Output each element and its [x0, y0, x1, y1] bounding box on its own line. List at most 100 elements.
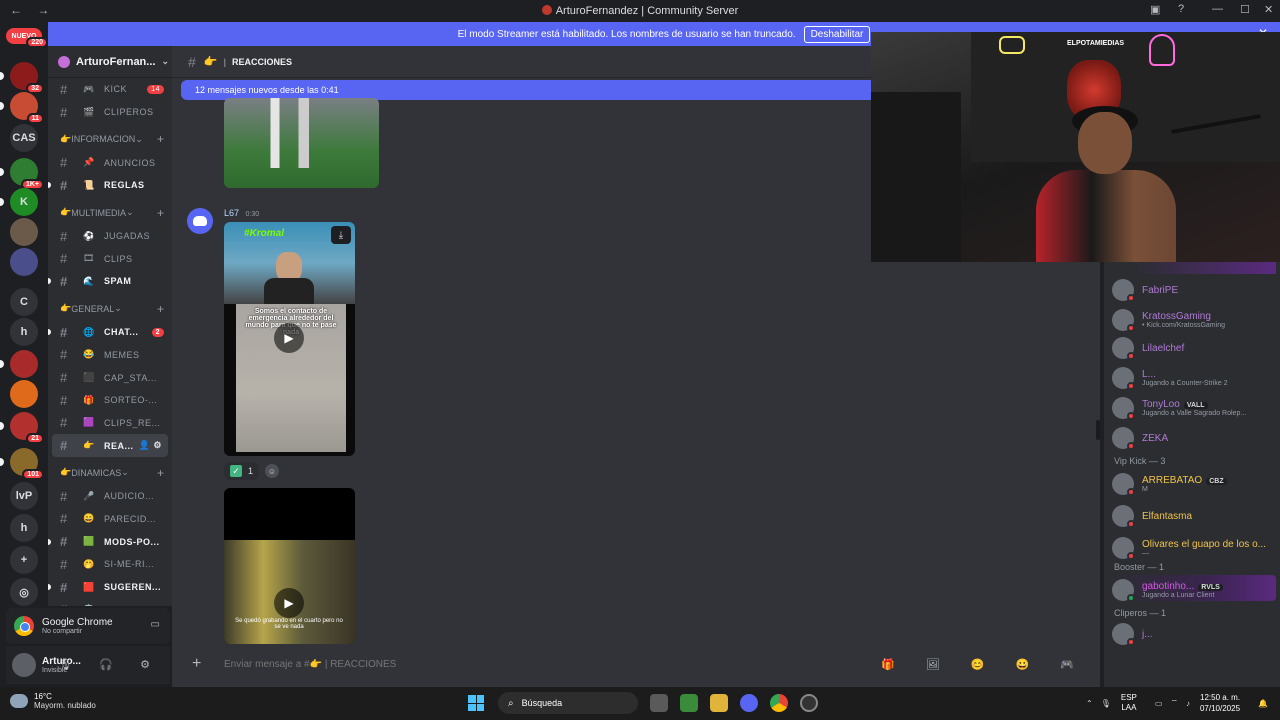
new-messages-bar[interactable]: 12 mensajes nuevos desde las 0:41 — [181, 80, 881, 100]
channel-item[interactable]: # 🎮 KICK 14 — [48, 78, 172, 101]
channel-item[interactable]: # 📌 ANUNCIOS — [48, 151, 172, 174]
chrome-taskbar-icon[interactable] — [770, 694, 788, 712]
maximize-button[interactable]: ☐ — [1240, 3, 1250, 16]
weather-widget[interactable]: 16°C Mayorm. nublado — [10, 692, 96, 710]
wifi-icon[interactable]: ⌔ — [1170, 698, 1178, 708]
channel-item[interactable]: # ⬛ CAP_STA... — [48, 366, 172, 389]
server-icon-17[interactable]: ◎ — [10, 578, 38, 606]
server-icon-4[interactable]: 1K+ — [10, 158, 44, 190]
inbox-icon[interactable]: ▣ — [1150, 3, 1160, 16]
member-item[interactable]: j... — [1112, 620, 1153, 648]
channel-category[interactable]: 👉 GENERAL ⌄ + — [48, 297, 172, 321]
video-attachment[interactable]: #Kromal Somos el contacto de emergencia … — [224, 222, 355, 456]
server-icon-6[interactable] — [10, 218, 38, 246]
channel-item[interactable]: # 😂 MEMES — [48, 344, 172, 367]
server-icon-3[interactable]: CAS — [10, 124, 38, 152]
minimize-button[interactable]: — — [1212, 3, 1223, 15]
server-icon-14[interactable]: lvP — [10, 482, 38, 510]
add-channel-icon[interactable]: + — [157, 302, 164, 316]
channel-item[interactable]: # 🟪 CLIPS_RE... — [48, 412, 172, 435]
channel-item[interactable]: # 🎞 CLIPS — [48, 247, 172, 270]
share-screen-icon[interactable]: ▭ — [151, 619, 160, 630]
discord-taskbar-icon[interactable] — [740, 694, 758, 712]
add-reaction-icon[interactable]: ☺ — [265, 464, 280, 478]
avatar[interactable] — [12, 653, 36, 677]
volume-icon[interactable]: ♪ — [1186, 699, 1190, 708]
reaction-check[interactable]: ✓ 1 — [224, 462, 260, 480]
channel-item[interactable]: # 🎬 CLIPEROS — [48, 101, 172, 124]
member-item[interactable]: FabriPE — [1112, 276, 1178, 304]
member-item[interactable]: Elfantasma — [1112, 502, 1192, 530]
server-icon-8[interactable]: C — [10, 288, 38, 316]
server-icon-16[interactable]: + — [10, 546, 38, 574]
member-item[interactable]: KratossGaming • Kick.com/KratossGaming — [1112, 306, 1225, 334]
server-icon-10[interactable] — [10, 350, 38, 378]
channel-item[interactable]: # 📋 LLAMADAS — [48, 598, 172, 606]
language-indicator[interactable]: ESP LAA — [1121, 693, 1137, 713]
member-item[interactable]: Lilaelchef — [1112, 334, 1184, 362]
task-view-icon[interactable] — [650, 694, 668, 712]
clock[interactable]: 12:50 a. m. 07/10/2025 — [1200, 692, 1240, 714]
chevron-up-icon[interactable]: ⌃ — [1086, 699, 1093, 708]
server-icon-5[interactable]: K — [10, 188, 38, 216]
file-explorer-icon[interactable] — [710, 694, 728, 712]
new-server-badge[interactable]: NUEVO 220 — [6, 28, 48, 48]
server-icon-12[interactable]: 21 — [10, 412, 44, 444]
add-channel-icon[interactable]: + — [157, 132, 164, 146]
windows-start-icon[interactable] — [468, 695, 484, 711]
disable-streamer-button[interactable]: Deshabilitar — [803, 25, 871, 43]
channel-item[interactable]: # 🟥 SUGEREN... — [48, 576, 172, 599]
minecraft-icon[interactable] — [680, 694, 698, 712]
channel-category[interactable]: 👉 DINAMICAS ⌄ + — [48, 461, 172, 485]
channel-item[interactable]: # 🎁 SORTEO-... — [48, 389, 172, 412]
network-icon[interactable]: ▭ — [1155, 699, 1163, 708]
help-icon[interactable]: ? — [1178, 3, 1184, 15]
channel-item[interactable]: # 😄 PARECID... — [48, 508, 172, 531]
download-icon[interactable]: ⤓ — [331, 226, 351, 244]
play-icon[interactable]: ▶ — [274, 323, 304, 353]
discord-avatar[interactable] — [187, 208, 213, 234]
channel-item[interactable]: # 🌊 SPAM — [48, 270, 172, 293]
notification-bell-icon[interactable]: 🔔 — [1258, 699, 1268, 708]
chat-scrollbar[interactable] — [1096, 420, 1100, 440]
member-item[interactable]: Olivares el guapo de los o... — — [1112, 534, 1266, 562]
channel-item[interactable]: # 👉 REA... 👤 ⚙ — [52, 434, 168, 457]
user-controls[interactable]: 🎙 🎧 ⚙ — [58, 658, 162, 671]
server-icon-13[interactable]: 101 — [10, 448, 44, 480]
channel-item[interactable]: # 🎤 AUDICIO... — [48, 485, 172, 508]
member-item[interactable]: ZEKA — [1112, 424, 1168, 452]
server-header[interactable]: ArturoFernan... ⌄ — [48, 46, 172, 78]
channel-category[interactable]: 👉 MULTIMEDIA ⌄ + — [48, 201, 172, 225]
previous-video[interactable] — [224, 98, 379, 188]
taskbar-search[interactable]: ⌕ Búsqueda — [498, 692, 638, 714]
server-icon-9[interactable]: h — [10, 318, 38, 346]
video-attachment-2[interactable]: ▶ Se quedó grabando en el cuarto pero no… — [224, 488, 355, 644]
stream-panel[interactable]: Google Chrome No compartir ▭ — [6, 608, 170, 644]
channel-settings-icon[interactable]: 👤 ⚙ — [139, 440, 162, 451]
channel-item[interactable]: # 🤭 SI-ME-RI... — [48, 553, 172, 576]
channel-item[interactable]: # ⚽ JUGADAS — [48, 225, 172, 248]
play-icon[interactable]: ▶ — [274, 588, 304, 618]
message-author[interactable]: L67 — [224, 208, 239, 218]
member-item[interactable]: TonyLoo VALL Jugando a Valle Sagrado Rolep… — [1112, 394, 1246, 422]
server-icon-11[interactable] — [10, 380, 38, 408]
channel-item[interactable]: # 📜 REGLAS — [48, 174, 172, 197]
member-item[interactable]: L... Jugando a Counter-Strike 2 — [1112, 364, 1228, 392]
obs-icon[interactable] — [800, 694, 818, 712]
mic-tray-icon[interactable]: 🎙 — [1101, 699, 1111, 708]
server-icon-1[interactable]: 32 — [10, 62, 44, 94]
server-icon-7[interactable] — [10, 248, 38, 276]
member-item[interactable]: ARREBATAO CBZ M — [1112, 470, 1227, 498]
message-input[interactable] — [224, 658, 882, 670]
channel-category[interactable]: 👉 INFORMACION ⌄ + — [48, 127, 172, 151]
server-icon-2[interactable]: 11 — [10, 92, 44, 124]
server-icon-15[interactable]: h — [10, 514, 38, 542]
composer-icons[interactable]: 🎁 🖼 😊 😀 🎮 — [881, 658, 1088, 671]
close-button[interactable]: ✕ — [1264, 3, 1273, 16]
attach-plus-icon[interactable]: + — [192, 655, 212, 673]
channel-item[interactable]: # 🟩 MODS-PO... — [48, 530, 172, 553]
member-item[interactable]: gabotinho... RVLS Jugando a Lunar Client — [1112, 576, 1223, 604]
add-channel-icon[interactable]: + — [157, 206, 164, 220]
channel-item[interactable]: # 🌐 CHAT... 2 — [48, 321, 172, 344]
add-channel-icon[interactable]: + — [157, 466, 164, 480]
